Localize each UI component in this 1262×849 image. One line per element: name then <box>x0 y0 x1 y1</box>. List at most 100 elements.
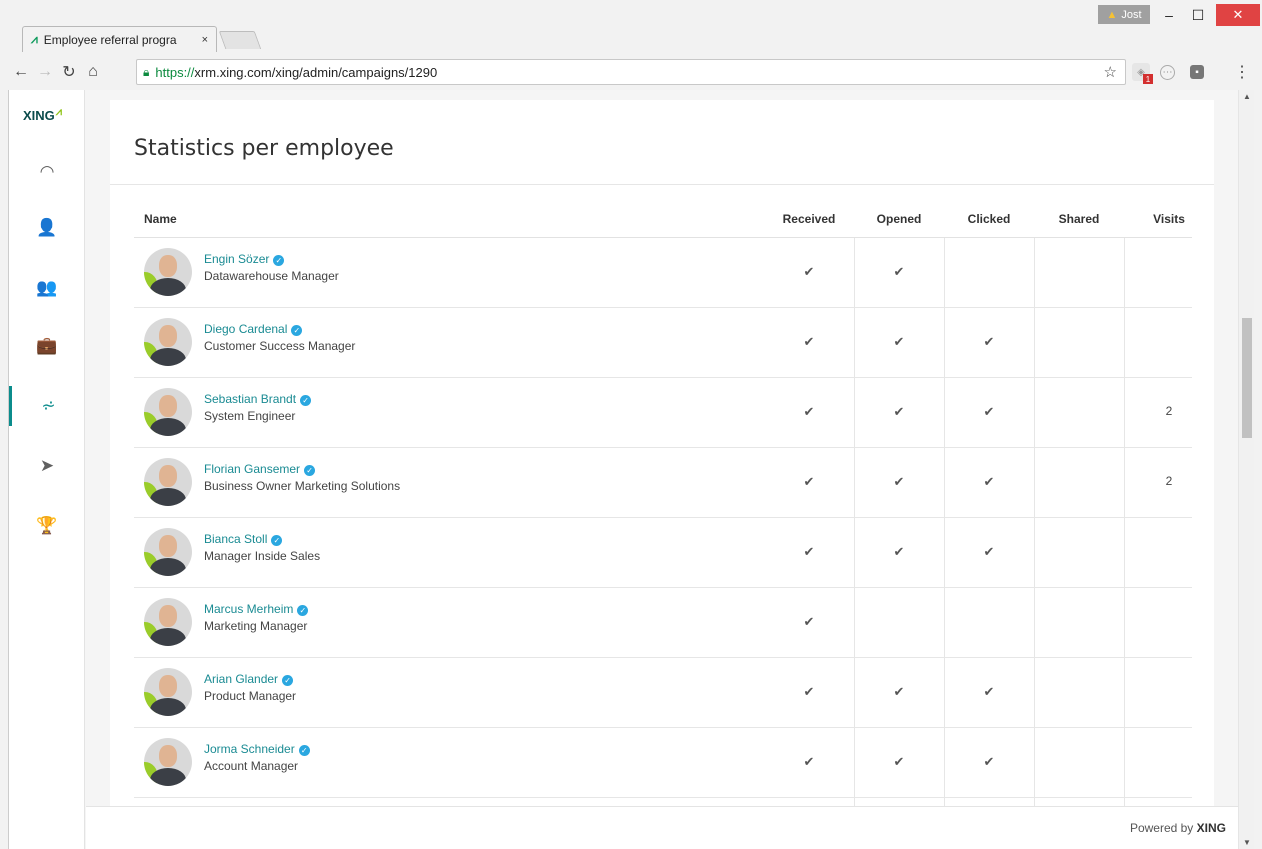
warning-icon: ▲ <box>1106 8 1118 21</box>
visits-count: 2 <box>1165 404 1173 418</box>
extension-circle-icon[interactable]: ⋯ <box>1160 65 1175 80</box>
profile-button[interactable]: ▲ Jost <box>1098 5 1150 24</box>
avatar-body <box>150 278 186 296</box>
browser-toolbar: ← → ↻ ⌂ 🔒︎ https://xrm.xing.com/xing/adm… <box>8 57 1262 87</box>
trophy-icon[interactable]: 🏆 <box>9 506 85 546</box>
table-row: Jorma Schneider ✓ Account Manager ✔ ✔ ✔ <box>134 728 1192 798</box>
employee-role: Account Manager <box>204 759 299 773</box>
received-check-icon: ✔ <box>803 754 815 769</box>
employee-role: Manager Inside Sales <box>204 549 321 563</box>
xing-favicon-icon: ⩘ <box>31 32 38 46</box>
verified-icon: ✓ <box>282 675 294 686</box>
verified-icon: ✓ <box>273 255 285 266</box>
employee-name: Jorma Schneider <box>204 742 295 756</box>
employee-name: Bianca Stoll <box>204 532 268 546</box>
tab-close-icon[interactable]: × <box>202 34 208 46</box>
employee-name-link[interactable]: Arian Glander ✓ <box>204 672 294 686</box>
column-name[interactable]: Name <box>144 212 177 226</box>
scrollbar-thumb[interactable] <box>1242 318 1252 438</box>
powered-brand: XING <box>1196 821 1226 835</box>
vertical-scrollbar[interactable]: ▲ ▼ <box>1238 90 1254 849</box>
table-row: Engin Sözer ✓ Datawarehouse Manager ✔ ✔ <box>134 238 1192 308</box>
extension-shield-icon[interactable]: ◈ 1 <box>1132 63 1153 84</box>
maximize-button[interactable]: ☐ <box>1184 4 1212 26</box>
page-viewport: XING⩘ ◠ 👤 👥 💼 ⩫ ➤ 🏆 Statistics per employee Na… <box>8 90 1254 849</box>
avatar[interactable] <box>144 668 192 716</box>
avatar[interactable] <box>144 458 192 506</box>
received-check-icon: ✔ <box>803 264 815 279</box>
column-received[interactable]: Received <box>764 212 854 226</box>
title-divider <box>110 184 1214 185</box>
send-icon[interactable]: ➤ <box>9 446 85 486</box>
logo-text: XING <box>23 108 55 123</box>
home-icon[interactable]: ⌂ <box>82 63 104 81</box>
minimize-button[interactable]: – <box>1155 4 1183 26</box>
table-row: Diego Cardenal ✓ Customer Success Manager ✔… <box>134 308 1192 378</box>
reload-icon[interactable]: ↻ <box>58 62 80 82</box>
people-icon[interactable]: 👥 <box>9 268 85 308</box>
back-icon[interactable]: ← <box>10 63 32 81</box>
clicked-check-icon: ✔ <box>983 404 995 419</box>
received-check-icon: ✔ <box>803 614 815 629</box>
scroll-down-icon[interactable]: ▼ <box>1243 838 1251 847</box>
close-window-button[interactable]: ✕ <box>1216 4 1260 26</box>
clicked-check-icon: ✔ <box>983 544 995 559</box>
verified-icon: ✓ <box>271 535 283 546</box>
forward-icon[interactable]: → <box>34 63 56 81</box>
opened-check-icon: ✔ <box>893 334 905 349</box>
new-tab-button[interactable] <box>218 31 262 49</box>
avatar[interactable] <box>144 318 192 366</box>
verified-icon: ✓ <box>300 395 312 406</box>
statistics-card: Statistics per employee Name Received Op… <box>110 100 1214 810</box>
clicked-check-icon: ✔ <box>983 754 995 769</box>
column-visits[interactable]: Visits <box>1124 212 1214 226</box>
column-clicked[interactable]: Clicked <box>944 212 1034 226</box>
employee-name-link[interactable]: Bianca Stoll ✓ <box>204 532 283 546</box>
avatar-head <box>159 255 177 277</box>
avatar[interactable] <box>144 388 192 436</box>
employee-name-link[interactable]: Diego Cardenal ✓ <box>204 322 303 336</box>
avatar[interactable] <box>144 738 192 786</box>
employee-name-link[interactable]: Florian Gansemer ✓ <box>204 462 316 476</box>
employee-role: Business Owner Marketing Solutions <box>204 479 401 493</box>
employee-role: Datawarehouse Manager <box>204 269 339 283</box>
employee-name-link[interactable]: Engin Sözer ✓ <box>204 252 285 266</box>
xing-logo[interactable]: XING⩘ <box>23 106 62 124</box>
opened-check-icon: ✔ <box>893 264 905 279</box>
employee-role: System Engineer <box>204 409 296 423</box>
employee-name-link[interactable]: Jorma Schneider ✓ <box>204 742 310 756</box>
visits-count: 2 <box>1165 474 1173 488</box>
browser-menu-icon[interactable]: ⋮ <box>1234 62 1250 82</box>
person-icon[interactable]: 👤 <box>9 208 85 248</box>
avatar[interactable] <box>144 598 192 646</box>
employee-name-link[interactable]: Sebastian Brandt ✓ <box>204 392 312 406</box>
browser-tab[interactable]: ⩘ Employee referral progra × <box>22 26 217 52</box>
column-shared[interactable]: Shared <box>1034 212 1124 226</box>
profile-name: Jost <box>1121 8 1142 21</box>
verified-icon: ✓ <box>304 465 316 476</box>
verified-icon: ✓ <box>297 605 309 616</box>
address-bar[interactable]: 🔒︎ https://xrm.xing.com/xing/admin/campa… <box>136 59 1126 85</box>
opened-check-icon: ✔ <box>893 404 905 419</box>
avatar-body <box>150 628 186 646</box>
dashboard-icon[interactable]: ◠ <box>9 152 85 192</box>
employee-name-link[interactable]: Marcus Merheim ✓ <box>204 602 309 616</box>
avatar[interactable] <box>144 248 192 296</box>
avatar-body <box>150 558 186 576</box>
avatar-body <box>150 418 186 436</box>
bookmark-star-icon[interactable]: ☆ <box>1104 63 1117 81</box>
employee-role: Product Manager <box>204 689 297 703</box>
briefcase-icon[interactable]: 💼 <box>9 326 85 366</box>
avatar[interactable] <box>144 528 192 576</box>
employee-name: Sebastian Brandt <box>204 392 297 406</box>
page-footer: Powered by XING <box>86 806 1238 849</box>
statistics-icon[interactable]: ⩫ <box>9 386 85 426</box>
scroll-up-icon[interactable]: ▲ <box>1243 92 1251 101</box>
received-check-icon: ✔ <box>803 684 815 699</box>
avatar-head <box>159 465 177 487</box>
extension-square-icon[interactable]: ▪ <box>1190 65 1204 79</box>
sidebar: XING⩘ ◠ 👤 👥 💼 ⩫ ➤ 🏆 <box>9 90 85 849</box>
browser-titlebar: ⩘ Employee referral progra × ▲ Jost – ☐ … <box>0 0 1262 52</box>
column-opened[interactable]: Opened <box>854 212 944 226</box>
avatar-body <box>150 348 186 366</box>
